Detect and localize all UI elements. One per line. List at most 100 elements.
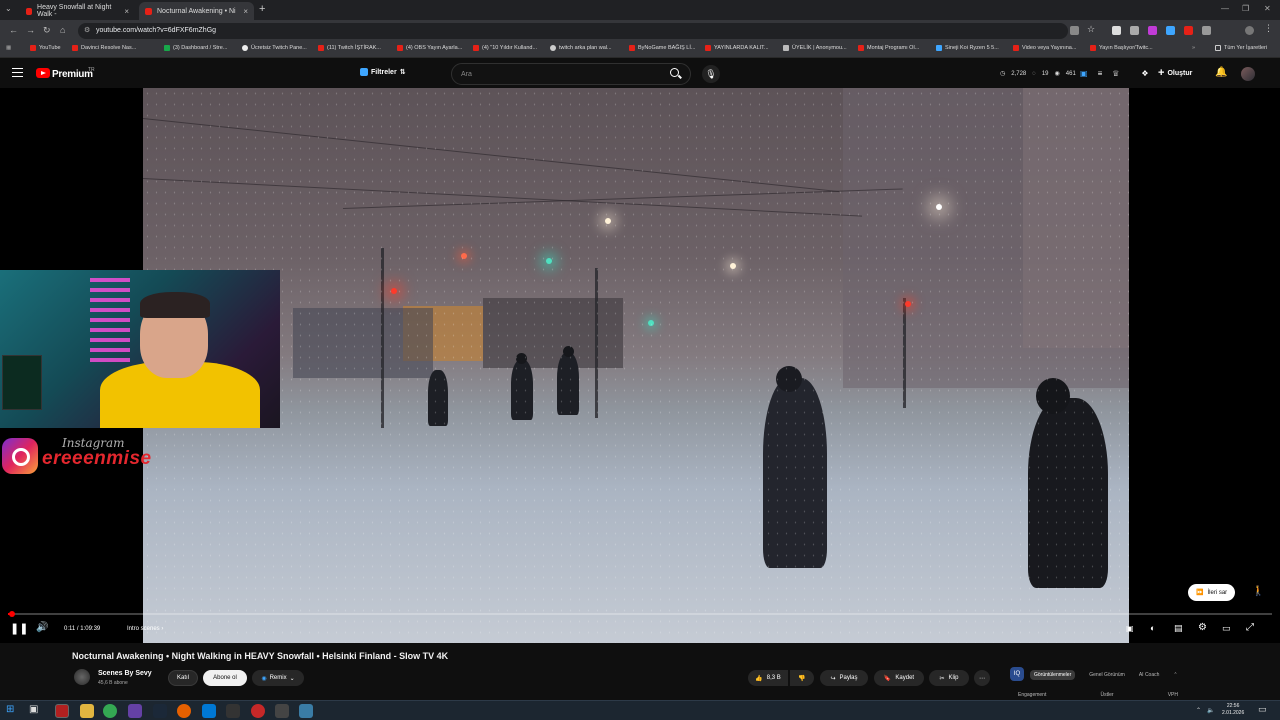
site-info-icon[interactable]: ⚙ xyxy=(84,26,90,34)
vidiq-icon[interactable]: ▣ xyxy=(1080,69,1088,78)
extensions-puzzle-icon[interactable] xyxy=(1202,26,1211,35)
vidiq-player-icon[interactable]: ▣ xyxy=(1126,624,1134,633)
bookmark-item[interactable]: Ücretsiz Twitch Pane... xyxy=(242,45,307,51)
bookmark-item[interactable]: (4) OBS Yayın Ayarla... xyxy=(397,45,462,51)
firefox-icon[interactable] xyxy=(177,704,191,718)
tab-ai-coach[interactable]: AI Coach xyxy=(1139,672,1160,678)
theater-mode-icon[interactable]: ▭ xyxy=(1222,623,1231,634)
minimize-icon[interactable]: — xyxy=(1221,4,1229,13)
extension-red-icon[interactable] xyxy=(1184,26,1193,35)
filters-button[interactable]: Filtreler ⇅ xyxy=(360,68,406,76)
chevron-up-icon[interactable]: ⌃ xyxy=(1173,672,1177,678)
bookmark-item[interactable]: Video veya Yayınına... xyxy=(1013,45,1076,51)
notifications-bell-icon[interactable]: 🔔 xyxy=(1215,67,1227,78)
video-player[interactable]: Instagram ereeenmise ⏩ İleri sar 🚶 ❚❚ 🔊 … xyxy=(0,88,1280,643)
save-button[interactable]: 🔖 Kaydet xyxy=(874,670,924,686)
youtube-logo-icon[interactable] xyxy=(36,68,50,78)
home-icon[interactable]: ⌂ xyxy=(60,25,65,35)
bookmark-item[interactable]: YAYINLARDA KALIT... xyxy=(705,45,769,51)
search-input[interactable]: Ara xyxy=(451,63,691,85)
taskbar-clock[interactable]: 22:56 2.01.2026 xyxy=(1222,703,1244,717)
edge-icon[interactable] xyxy=(202,704,216,718)
apps-grid-icon[interactable]: ▦ xyxy=(6,45,11,51)
avatar[interactable] xyxy=(1241,67,1255,81)
extension-grid-icon[interactable] xyxy=(1130,26,1139,35)
gem-icon[interactable]: ❖ xyxy=(1141,69,1148,78)
fullscreen-icon[interactable]: ⤢ xyxy=(1246,622,1254,633)
maximize-icon[interactable]: ❐ xyxy=(1242,4,1249,13)
video-frame[interactable] xyxy=(143,88,1129,643)
app-icon[interactable] xyxy=(275,704,289,718)
obs-icon[interactable] xyxy=(55,704,69,718)
share-button[interactable]: ↪ Paylaş xyxy=(820,670,868,686)
search-icon[interactable] xyxy=(670,68,679,77)
volume-icon[interactable]: 🔊 xyxy=(36,622,48,633)
star-bookmark-icon[interactable]: ☆ xyxy=(1087,24,1096,34)
browser-tab-2[interactable]: Nocturnal Awakening • Ni × xyxy=(139,2,254,20)
twitch-icon[interactable] xyxy=(128,704,142,718)
settings-gear-icon[interactable]: ⚙ xyxy=(1198,622,1207,633)
more-actions-button[interactable]: ⋯ xyxy=(974,670,990,686)
extension-purple-icon[interactable] xyxy=(1148,26,1157,35)
like-button[interactable]: 👍 8,3 B xyxy=(748,670,788,686)
tab-views[interactable]: Görüntülenmeler xyxy=(1030,670,1076,680)
new-tab-plus-icon[interactable]: + xyxy=(259,3,265,15)
bookmark-item[interactable]: Davinci Resolve Nas... xyxy=(72,45,136,51)
all-bookmarks-folder[interactable]: Tüm Yer İşaretleri xyxy=(1215,45,1267,51)
more-bookmarks-chevron-icon[interactable]: » xyxy=(1192,45,1195,51)
window-close-icon[interactable]: ✕ xyxy=(1264,4,1271,13)
tab-list-chevron-icon[interactable]: ⌄ xyxy=(5,4,12,13)
bookmark-item[interactable]: Montaj Programı Ol... xyxy=(858,45,919,51)
opera-icon[interactable] xyxy=(251,704,265,718)
chapter-button[interactable]: Intro scenes › xyxy=(127,626,163,632)
clip-button[interactable]: ✂ Klip xyxy=(929,670,969,686)
trophy-icon[interactable]: ♕ xyxy=(1112,69,1119,78)
bookmark-item[interactable]: ÜYELİK | Anonymou... xyxy=(783,45,847,51)
join-button[interactable]: Katıl xyxy=(168,670,198,686)
vidiq-panel-icon[interactable]: IQ xyxy=(1010,667,1024,681)
list-icon[interactable]: ≡ xyxy=(1098,69,1103,78)
progress-scrubber[interactable] xyxy=(8,611,15,617)
channel-name[interactable]: Scenes By Sevy xyxy=(98,670,152,677)
bookmark-item[interactable]: YouTube xyxy=(30,45,61,51)
remix-button[interactable]: ◉ Remix ⌄ xyxy=(252,670,304,686)
bookmark-item[interactable]: (11) Twitch İŞTİRAK... xyxy=(318,45,381,51)
steam-icon[interactable] xyxy=(153,704,167,718)
url-input[interactable]: ⚙ youtube.com/watch?v=6dFXF6mZhGg xyxy=(78,23,1068,39)
close-tab-icon[interactable]: × xyxy=(243,7,248,16)
progress-bar[interactable] xyxy=(8,611,1272,617)
youtube-premium-label[interactable]: Premium xyxy=(52,69,93,80)
bookmark-item[interactable]: (4) "10 Yıldır Kulland... xyxy=(473,45,537,51)
autoplay-toggle[interactable]: ◐ xyxy=(1150,623,1155,633)
close-tab-icon[interactable]: × xyxy=(124,7,129,16)
create-button[interactable]: + Oluştur xyxy=(1158,67,1192,79)
walking-person-icon[interactable]: 🚶 xyxy=(1252,586,1264,597)
file-explorer-icon[interactable] xyxy=(80,704,94,718)
bookmark-item[interactable]: Yayın Başlıyor/Twitc... xyxy=(1090,45,1153,51)
profile-icon[interactable] xyxy=(1245,26,1254,35)
bookmark-item[interactable]: Sineji Koi Ryzen 5 5... xyxy=(936,45,999,51)
bookmark-item[interactable]: twitch arka plan wal... xyxy=(550,45,612,51)
skip-forward-button[interactable]: ⏩ İleri sar xyxy=(1188,584,1236,601)
pause-icon[interactable]: ❚❚ xyxy=(10,622,28,635)
extension-diamond-icon[interactable] xyxy=(1112,26,1121,35)
notification-center-icon[interactable]: ▭ xyxy=(1258,704,1272,718)
tab-overview[interactable]: Genel Görünüm xyxy=(1089,672,1125,678)
bookmark-item[interactable]: (3) Dashboard / Stre... xyxy=(164,45,227,51)
subtitles-icon[interactable]: ▤ xyxy=(1174,623,1183,634)
tray-chevron-icon[interactable]: ⌃ xyxy=(1196,707,1201,714)
extension-blue-icon[interactable] xyxy=(1166,26,1175,35)
hamburger-menu-icon[interactable] xyxy=(12,68,23,77)
windows-start-icon[interactable]: ⊞ xyxy=(6,704,20,718)
browser-tab-1[interactable]: Heavy Snowfall at Night Walk - × xyxy=(20,2,135,20)
task-view-icon[interactable]: ▣ xyxy=(29,704,43,718)
subscribe-button[interactable]: Abone ol xyxy=(203,670,247,686)
reload-icon[interactable]: ↻ xyxy=(43,25,51,36)
calculator-icon[interactable] xyxy=(226,704,240,718)
install-app-icon[interactable] xyxy=(1070,26,1079,35)
browser-menu-icon[interactable]: ⋮ xyxy=(1264,23,1273,33)
chrome-icon[interactable] xyxy=(103,704,117,718)
forward-arrow-icon[interactable]: → xyxy=(26,25,35,35)
channel-avatar[interactable] xyxy=(74,669,90,685)
volume-tray-icon[interactable]: 🔈 xyxy=(1207,707,1214,714)
